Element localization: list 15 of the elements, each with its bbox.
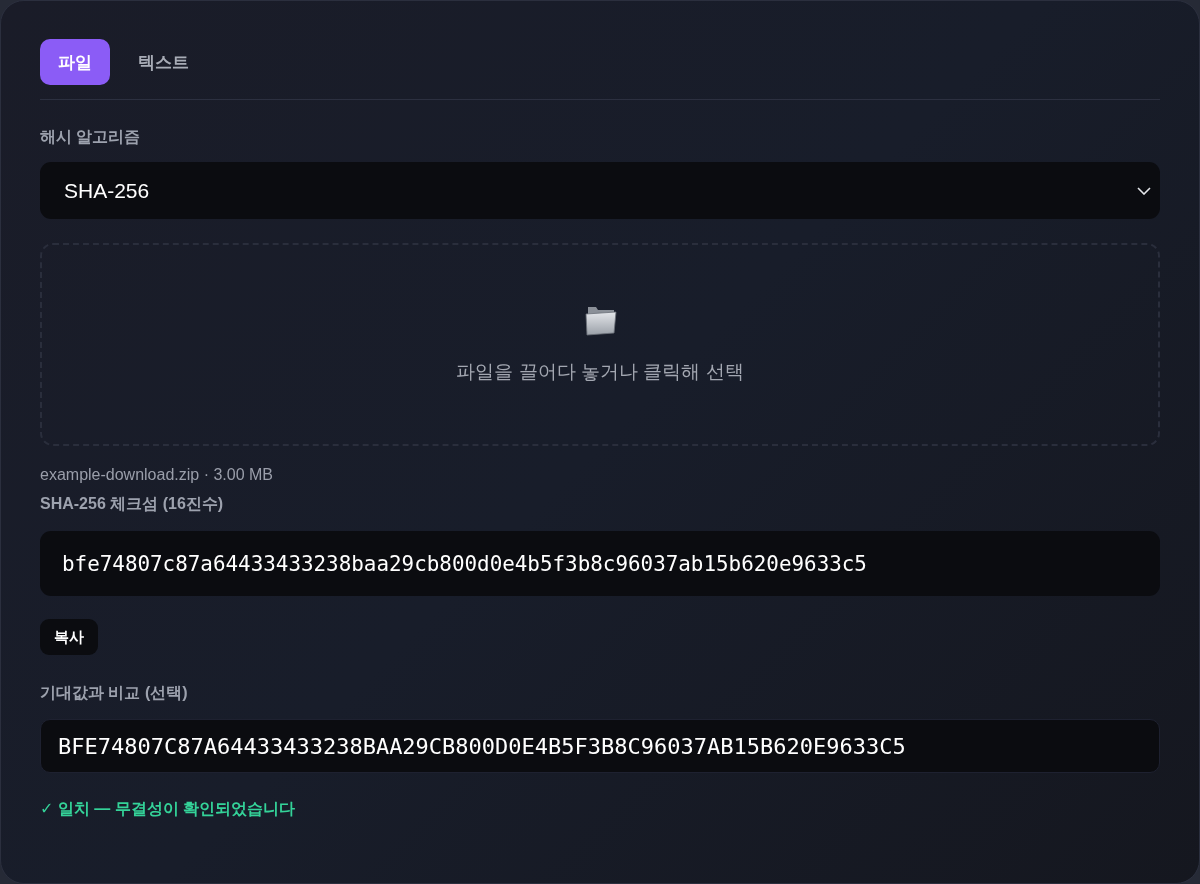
- chevron-down-icon: [1137, 186, 1151, 195]
- field-label: 기대값과 비교 (선택): [40, 683, 188, 703]
- tab[interactable]: 파일: [40, 39, 110, 85]
- match-status: ✓ 일치 — 무결성이 확인되었습니다: [40, 799, 296, 819]
- checksum-field: bfe74807c87a64433433238baa29cb800d0e4b5f3b8c96037ab15b620e9633c5: [40, 531, 1160, 596]
- field-label: 해시 알고리즘: [40, 127, 141, 147]
- drop-hint: 파일을 끌어다 놓거나 클릭해 선택: [456, 360, 744, 384]
- file-drop-zone[interactable]: 파일을 끌어다 놓거나 클릭해 선택: [40, 243, 1160, 446]
- compare-input[interactable]: BFE74807C87A64433433238BAA29CB800D0E4B5F3B8C96037AB15B620E9633C5: [40, 719, 1160, 773]
- copy-button[interactable]: 복사: [40, 619, 98, 655]
- algorithm-select[interactable]: SHA-256: [40, 162, 1160, 219]
- folder-icon: [583, 304, 617, 336]
- field-label: SHA-256 체크섬 (16진수): [40, 494, 224, 514]
- tab[interactable]: 텍스트: [120, 39, 207, 85]
- file-info: example-download.zip · 3.00 MB: [40, 465, 273, 485]
